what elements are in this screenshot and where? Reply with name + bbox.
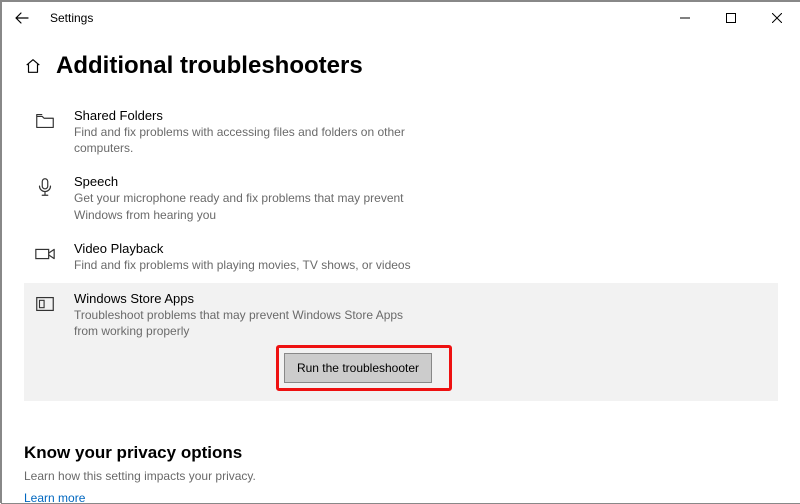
page-header: Additional troubleshooters — [24, 52, 778, 80]
home-icon[interactable] — [24, 57, 42, 75]
page-title: Additional troubleshooters — [56, 52, 363, 80]
close-button[interactable] — [754, 2, 800, 34]
back-button[interactable] — [8, 4, 36, 32]
shared-folders-icon — [34, 108, 58, 156]
troubleshooter-list: Shared Folders Find and fix problems wit… — [24, 100, 778, 401]
troubleshooter-desc: Find and fix problems with playing movie… — [74, 257, 414, 273]
minimize-button[interactable] — [662, 2, 708, 34]
troubleshooter-item-windows-store-apps[interactable]: Windows Store Apps Troubleshoot problems… — [24, 283, 778, 401]
learn-more-link[interactable]: Learn more — [24, 491, 85, 504]
speech-icon — [34, 174, 58, 222]
troubleshooter-title: Speech — [74, 174, 768, 189]
troubleshooter-desc: Troubleshoot problems that may prevent W… — [74, 307, 414, 339]
privacy-desc: Learn how this setting impacts your priv… — [24, 469, 778, 483]
troubleshooter-item-shared-folders[interactable]: Shared Folders Find and fix problems wit… — [24, 100, 778, 166]
troubleshooter-desc: Get your microphone ready and fix proble… — [74, 190, 414, 222]
run-troubleshooter-button[interactable]: Run the troubleshooter — [284, 353, 432, 383]
page-content: Additional troubleshooters Shared Folder… — [2, 34, 800, 504]
privacy-heading: Know your privacy options — [24, 443, 778, 463]
windows-store-apps-icon — [34, 291, 58, 383]
troubleshooter-item-video-playback[interactable]: Video Playback Find and fix problems wit… — [24, 233, 778, 283]
troubleshooter-item-speech[interactable]: Speech Get your microphone ready and fix… — [24, 166, 778, 232]
run-troubleshooter-highlight: Run the troubleshooter — [284, 353, 444, 383]
maximize-button[interactable] — [708, 2, 754, 34]
troubleshooter-title: Video Playback — [74, 241, 768, 256]
minimize-icon — [680, 13, 690, 23]
window-controls — [662, 2, 800, 34]
close-icon — [772, 13, 782, 23]
video-playback-icon — [34, 241, 58, 273]
arrow-left-icon — [14, 10, 30, 26]
privacy-section: Know your privacy options Learn how this… — [24, 443, 778, 504]
troubleshooter-desc: Find and fix problems with accessing fil… — [74, 124, 414, 156]
troubleshooter-title: Windows Store Apps — [74, 291, 768, 306]
window-title: Settings — [50, 11, 93, 25]
troubleshooter-title: Shared Folders — [74, 108, 768, 123]
titlebar: Settings — [2, 2, 800, 34]
maximize-icon — [726, 13, 736, 23]
